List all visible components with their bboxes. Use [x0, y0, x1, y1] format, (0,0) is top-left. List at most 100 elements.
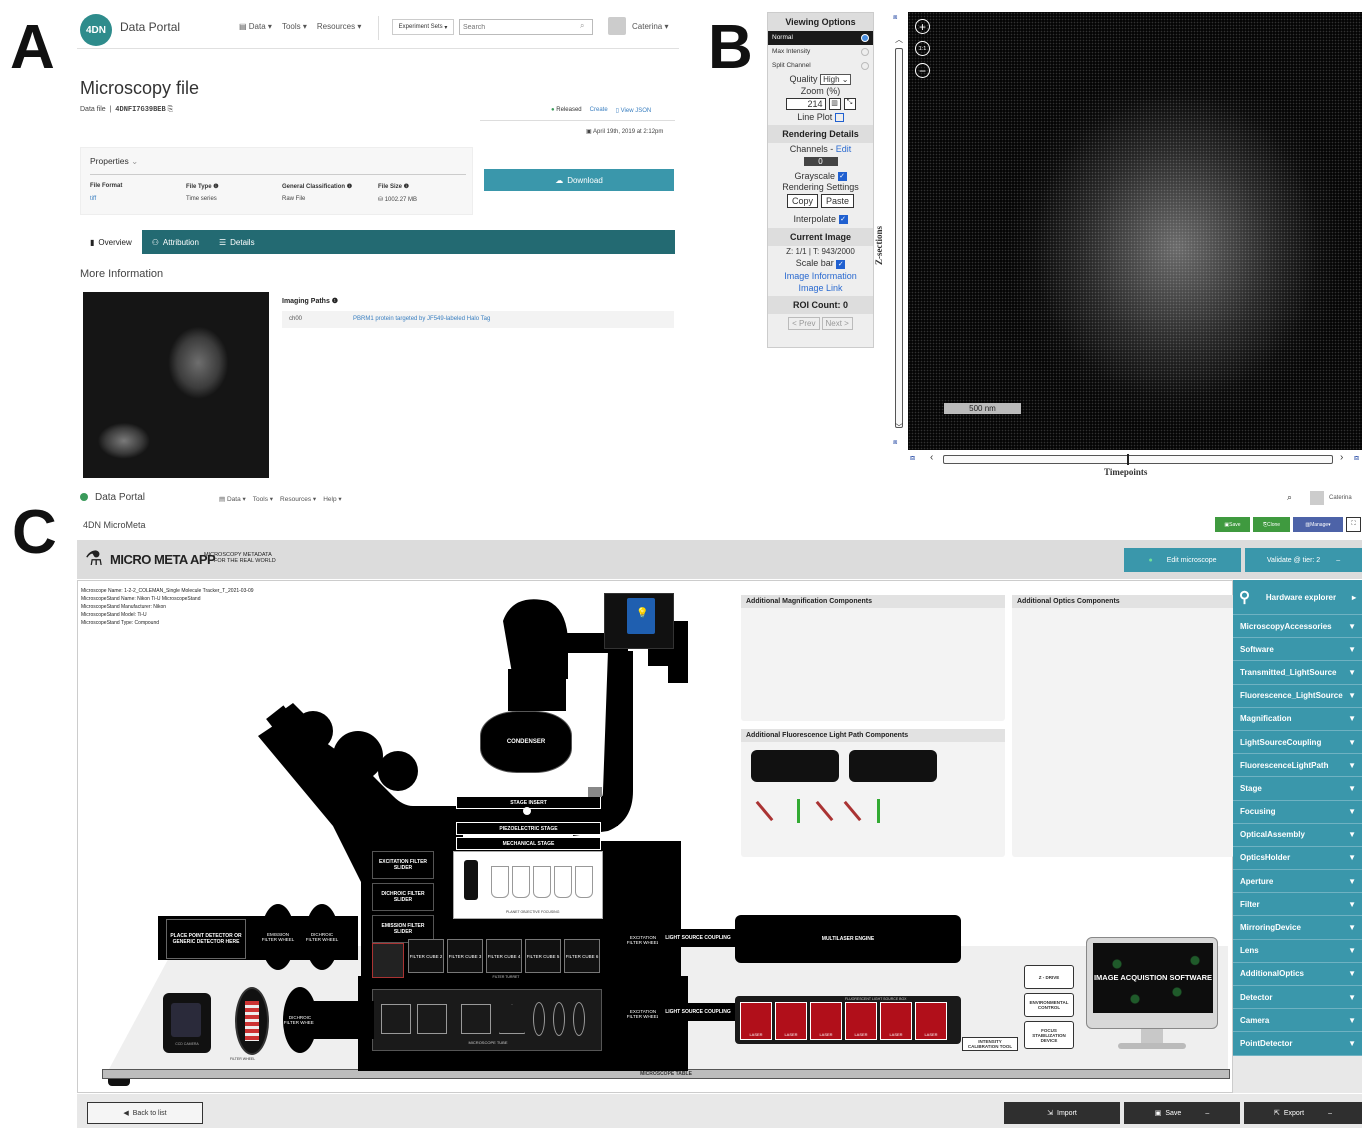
edit-microscope-button[interactable]: ● Edit microscope	[1124, 548, 1241, 572]
excitation-filter-wheel-2[interactable]: EXCITATION FILTER WHEEL	[626, 981, 660, 1047]
interpolate-checkbox[interactable]: ✓	[838, 215, 848, 225]
z-down-icon[interactable]: ﹀	[895, 422, 903, 433]
focus-stabilization-device[interactable]: FOCUS STABILIZATION DEVICE	[1024, 1021, 1074, 1049]
t-forward-icon[interactable]: ›	[1340, 452, 1343, 463]
imaging-path-link[interactable]: PBRM1 protein targeted by JF549-labeled …	[353, 316, 490, 322]
copy-icon[interactable]: ⎘	[168, 106, 174, 113]
c-avatar[interactable]	[1310, 491, 1324, 505]
excitation-filter-slider[interactable]: EXCITATION FILTER SLIDER	[372, 851, 434, 879]
category-detector[interactable]: Detector ▼	[1233, 986, 1362, 1010]
image-information-link[interactable]: Image Information	[768, 270, 873, 282]
t-thumb[interactable]	[1127, 454, 1129, 465]
export-button[interactable]: ⇱ Export –	[1244, 1102, 1362, 1124]
mirror-3[interactable]	[815, 800, 834, 822]
category-optics-holder[interactable]: OpticsHolder ▼	[1233, 847, 1362, 871]
category-software[interactable]: Software ▼	[1233, 638, 1362, 662]
additional-optics-panel[interactable]: Additional Optics Components	[1012, 595, 1234, 857]
category-filter[interactable]: Filter ▼	[1233, 893, 1362, 917]
radio-icon[interactable]	[861, 62, 869, 70]
fit-icon[interactable]: ▥	[828, 98, 841, 110]
objective[interactable]	[464, 860, 478, 900]
category-magnification[interactable]: Magnification ▼	[1233, 708, 1362, 731]
grayscale-checkbox[interactable]: ✓	[837, 172, 847, 182]
filter-cube-5[interactable]: FILTER CUBE 5	[525, 939, 561, 973]
mode-max-intensity[interactable]: Max Intensity	[768, 45, 873, 59]
category-camera[interactable]: Camera ▼	[1233, 1009, 1362, 1033]
line-plot-row[interactable]: Line Plot	[768, 111, 873, 123]
filter-cube-4[interactable]: FILTER CUBE 4	[486, 939, 522, 973]
category-microscopy-accessories[interactable]: MicroscopyAccessories ▼	[1233, 615, 1362, 639]
brand-name[interactable]: Data Portal	[120, 20, 180, 34]
z-track[interactable]	[895, 48, 903, 428]
tab-details[interactable]: ☰ Details	[209, 230, 265, 254]
channels-edit-link[interactable]: Edit	[836, 144, 852, 154]
category-point-detector[interactable]: PointDetector ▼	[1233, 1032, 1362, 1056]
emission-filter-wheel[interactable]: EMISSION FILTER WHEEL	[261, 904, 295, 970]
filter-cube-2[interactable]: FILTER CUBE 2	[408, 939, 444, 973]
radio-selected-icon[interactable]	[861, 34, 869, 42]
excitation-filter-wheel[interactable]: EXCITATION FILTER WHEEL	[626, 907, 660, 973]
t-end-icon[interactable]: ⧈	[1354, 453, 1359, 463]
channel-toggle[interactable]: 0	[803, 157, 838, 167]
line-plot-checkbox[interactable]	[834, 113, 844, 123]
z-bottom-icon[interactable]: ⧈	[893, 439, 897, 447]
intensity-calibration-tool[interactable]: INTENSITY CALIBRATION TOOL	[962, 1037, 1018, 1051]
transmitted-light-source[interactable]: 💡	[604, 593, 674, 649]
scale-bar-checkbox[interactable]: ✓	[836, 259, 846, 269]
save-button[interactable]: ▣ Save –	[1124, 1102, 1240, 1124]
paste-button[interactable]: Paste	[821, 194, 855, 209]
dichroic-filter-slider[interactable]: DICHROIC FILTER SLIDER	[372, 883, 434, 911]
objective-turret[interactable]: PLANET OBJECTIVE FOCUSING	[453, 851, 603, 919]
properties-title[interactable]: Properties ⌄	[90, 156, 138, 167]
category-additional-optics[interactable]: AdditionalOptics ▼	[1233, 963, 1362, 986]
copy-button[interactable]: Copy	[786, 194, 818, 209]
laser-6[interactable]: LASER	[915, 1002, 947, 1040]
c-nav-help[interactable]: Help ▾	[323, 495, 341, 503]
download-button[interactable]: ☁ Download	[484, 169, 674, 191]
mirror-2[interactable]	[797, 799, 800, 823]
point-detector-placeholder[interactable]: PLACE POINT DETECTOR OR GENERIC DETECTOR…	[166, 919, 246, 959]
filter-cube-3[interactable]: FILTER CUBE 3	[447, 939, 483, 973]
light-source-coupling-top[interactable]: LIGHT SOURCE COUPLING	[658, 929, 738, 947]
c-nav-data[interactable]: ▤ Data ▾	[219, 495, 246, 503]
nav-resources[interactable]: Resources ▾	[317, 22, 362, 31]
experiment-sets-dropdown[interactable]: Experiment Sets ▾	[392, 19, 454, 35]
category-fluorescence-lightpath[interactable]: FluorescenceLightPath ▼	[1233, 754, 1362, 778]
t-back-icon[interactable]: ‹	[930, 452, 933, 463]
laser-2[interactable]: LASER	[775, 1002, 807, 1040]
filter-wheel[interactable]	[235, 987, 269, 1055]
quality-select[interactable]: High ⌄	[820, 74, 852, 85]
fullscreen-icon[interactable]: ⛶	[1346, 517, 1361, 532]
z-top-icon[interactable]: ⧈	[893, 14, 905, 26]
create-link[interactable]: Create	[590, 107, 608, 114]
t-start-icon[interactable]: ⧈	[910, 453, 915, 463]
c-search-icon[interactable]: ⌕	[1287, 492, 1292, 503]
scale-bar-row[interactable]: Scale bar ✓	[768, 257, 873, 269]
c-user-menu[interactable]: Caterina	[1329, 495, 1352, 501]
microscopy-thumbnail[interactable]	[83, 292, 269, 478]
filter-cube-6[interactable]: FILTER CUBE 6	[564, 939, 600, 973]
mode-normal[interactable]: Normal	[768, 31, 873, 45]
additional-magnification-panel[interactable]: Additional Magnification Components	[741, 595, 1005, 721]
mirror-4[interactable]	[843, 800, 862, 822]
interpolate-row[interactable]: Interpolate ✓	[768, 213, 873, 225]
category-lightsource-coupling[interactable]: LightSourceCoupling ▼	[1233, 731, 1362, 755]
avatar[interactable]	[608, 17, 626, 35]
dichroic-filter-wheel-2[interactable]: DICHROIC FILTER WHEEL	[283, 987, 317, 1053]
laser-4[interactable]: LASER	[845, 1002, 877, 1040]
mirror-1[interactable]	[755, 800, 774, 822]
t-slider[interactable]: ⧈ ‹ › ⧈	[908, 452, 1362, 467]
category-fluorescence-lightsource[interactable]: Fluorescence_LightSource ▼	[1233, 685, 1362, 708]
ccd-camera[interactable]: CCD CAMERA	[163, 993, 211, 1053]
t-track[interactable]	[943, 455, 1333, 464]
category-lens[interactable]: Lens ▼	[1233, 940, 1362, 963]
tab-overview[interactable]: ▮ Overview	[80, 230, 142, 254]
tab-attribution[interactable]: ⚇ Attribution	[142, 230, 209, 254]
portal-logo-icon[interactable]	[80, 493, 88, 501]
microscope-tube[interactable]: MICROSCOPE TUBE	[372, 989, 602, 1051]
z-drive[interactable]: Z - DRIVE	[1024, 965, 1074, 989]
mode-split-channel[interactable]: Split Channel	[768, 59, 873, 73]
user-menu[interactable]: Caterina ▾	[632, 22, 669, 31]
light-source-coupling-bottom[interactable]: LIGHT SOURCE COUPLING	[658, 1003, 738, 1021]
piezoelectric-stage[interactable]: PIEZOELECTRIC STAGE	[456, 822, 601, 835]
